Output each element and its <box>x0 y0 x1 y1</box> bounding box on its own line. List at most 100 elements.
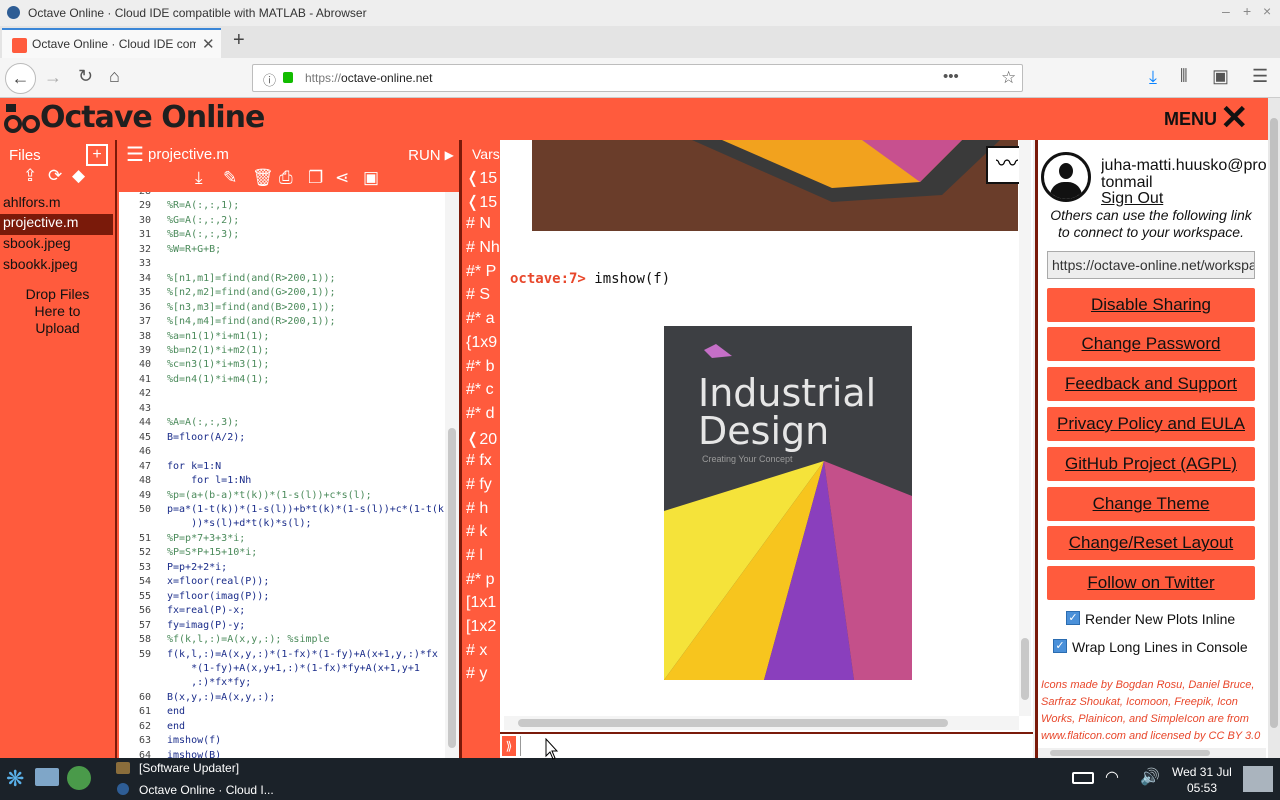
browser-taskbar-icon[interactable] <box>67 766 91 790</box>
sign-out-link[interactable]: Sign Out <box>1101 190 1163 208</box>
close-tab-icon[interactable]: ✕ <box>202 35 215 53</box>
code-line[interactable]: 52 %P=S*P+15+10*i; <box>119 546 444 560</box>
code-line[interactable]: 59 f(k,l,:)=A(x,y,:)*(1-fx)*(1-fy)+A(x+1,… <box>119 648 444 662</box>
code-line[interactable]: 43 <box>119 402 444 416</box>
code-line[interactable]: 28 <box>119 192 444 199</box>
code-line[interactable]: 46 <box>119 445 444 459</box>
bookmark-star-icon[interactable]: ☆ <box>1001 68 1016 88</box>
rename-pencil-icon[interactable]: ✎ <box>223 168 237 188</box>
share-link-field[interactable]: https://octave-online.net/workspace <box>1047 251 1255 279</box>
console-hscrollbar-thumb[interactable] <box>518 719 948 727</box>
code-line[interactable]: 34 %[n1,m1]=find(and(R>200,1)); <box>119 272 444 286</box>
file-item[interactable]: ahlfors.m <box>0 194 113 215</box>
var-item[interactable]: ❬15 <box>466 192 500 216</box>
var-item[interactable]: {1x9 <box>466 334 500 358</box>
code-line[interactable]: 63 imshow(f) <box>119 734 444 748</box>
file-item[interactable]: sbook.jpeg <box>0 235 113 256</box>
editor-menu-icon[interactable]: ☰ <box>126 142 144 167</box>
editor-scrollbar-thumb[interactable] <box>448 428 456 748</box>
code-line[interactable]: 48 for l=1:Nh <box>119 474 444 488</box>
code-line[interactable]: 44 %A=A(:,:,3); <box>119 416 444 430</box>
taskbar-date[interactable]: Wed 31 Jul <box>1172 765 1232 779</box>
file-item[interactable]: sbookk.jpeg <box>0 256 113 277</box>
code-line[interactable]: 35 %[n2,m2]=find(and(G>200,1)); <box>119 286 444 300</box>
var-item[interactable]: #* b <box>466 358 500 382</box>
code-line[interactable]: 62 end <box>119 720 444 734</box>
disable-sharing-button[interactable]: Disable Sharing <box>1047 288 1255 322</box>
var-item[interactable]: # N <box>466 215 500 239</box>
code-line[interactable]: 50 p=a*(1-t(k))*(1-s(l))+b*t(k)*(1-s(l))+… <box>119 503 444 517</box>
code-line[interactable]: 32 %W=R+G+B; <box>119 243 444 257</box>
start-menu-icon[interactable]: ❋ <box>6 766 24 792</box>
code-line[interactable]: 37 %[n4,m4]=find(and(R>200,1)); <box>119 315 444 329</box>
upload-icon[interactable]: ⇪ <box>23 166 37 186</box>
git-icon[interactable]: ◆ <box>72 166 85 186</box>
var-item[interactable]: # l <box>466 547 500 571</box>
refresh-files-icon[interactable]: ⟳ <box>48 166 62 186</box>
library-icon[interactable]: ⫴ <box>1180 66 1188 87</box>
var-item[interactable]: # k <box>466 523 500 547</box>
menu-label[interactable]: MENU <box>1164 109 1217 130</box>
var-item[interactable]: #* P <box>466 263 500 287</box>
code-line[interactable]: 45 B=floor(A/2); <box>119 431 444 445</box>
volume-icon[interactable]: 🔊 <box>1140 767 1160 787</box>
code-line[interactable]: 53 P=p+2+2*i; <box>119 561 444 575</box>
url-bar[interactable]: ⓘ https://octave-online.net ••• ☆ <box>252 64 1023 92</box>
code-line[interactable]: 40 %c=n3(1)*i+m3(1); <box>119 358 444 372</box>
var-item[interactable]: #* c <box>466 381 500 405</box>
taskbar-time[interactable]: 05:53 <box>1187 781 1217 795</box>
code-line[interactable]: 47 for k=1:N <box>119 460 444 474</box>
close-menu-icon[interactable]: ✕ <box>1220 98 1249 138</box>
code-line[interactable]: 36 %[n3,m3]=find(and(B>200,1)); <box>119 301 444 315</box>
more-icon[interactable]: ••• <box>943 68 959 85</box>
var-item[interactable]: # fy <box>466 476 500 500</box>
code-line[interactable]: 54 x=floor(real(P)); <box>119 575 444 589</box>
var-item[interactable]: # y <box>466 665 500 689</box>
var-item[interactable]: # fx <box>466 452 500 476</box>
code-line[interactable]: 42 <box>119 387 444 401</box>
var-item[interactable]: #* a <box>466 310 500 334</box>
code-line[interactable]: 51 %P=p*7+3+3*i; <box>119 532 444 546</box>
minimize-icon[interactable]: – <box>1222 3 1230 19</box>
page-scrollbar-thumb[interactable] <box>1270 118 1278 728</box>
follow-twitter-button[interactable]: Follow on Twitter <box>1047 566 1255 600</box>
code-line[interactable]: 64 imshow(B) <box>119 749 444 758</box>
privacy-policy-button[interactable]: Privacy Policy and EULA <box>1047 407 1255 441</box>
code-line[interactable]: *(1-fy)+A(x,y+1,:)*(1-fx)*fy+A(x+1,y+1 <box>119 662 444 676</box>
new-file-icon[interactable]: + <box>86 144 108 166</box>
taskbar-window[interactable]: Octave Online · Cloud I... <box>139 783 274 797</box>
code-editor[interactable]: 2829 %R=A(:,:,1); 30 %G=A(:,:,2); 31 %B=A(:,:… <box>119 192 459 758</box>
var-item[interactable]: # Nh <box>466 239 500 263</box>
console-scrollbar[interactable] <box>1019 140 1031 716</box>
code-line[interactable]: 29 %R=A(:,:,1); <box>119 199 444 213</box>
sidebar-icon[interactable]: ▣ <box>1212 66 1229 87</box>
taskbar-updater[interactable]: [Software Updater] <box>139 761 239 775</box>
code-line[interactable]: 55 y=floor(imag(P)); <box>119 590 444 604</box>
home-icon[interactable]: ⌂ <box>109 66 120 87</box>
change-password-button[interactable]: Change Password <box>1047 327 1255 361</box>
new-tab-icon[interactable]: + <box>233 29 245 52</box>
menu-hscrollbar-thumb[interactable] <box>1050 750 1210 756</box>
var-item[interactable]: #* p <box>466 571 500 595</box>
render-plots-checkbox[interactable]: ✓ <box>1066 611 1080 625</box>
forward-icon[interactable]: → <box>44 67 62 88</box>
change-reset-layout-button[interactable]: Change/Reset Layout <box>1047 526 1255 560</box>
download-file-icon[interactable]: ⤓ <box>195 168 203 188</box>
share-icon[interactable]: ⋖ <box>335 168 349 188</box>
editor-scrollbar[interactable] <box>445 192 459 758</box>
app-logo-text[interactable]: Octave Online <box>40 100 265 135</box>
show-desktop-icon[interactable] <box>1243 766 1273 792</box>
var-item[interactable]: # x <box>466 642 500 666</box>
code-line[interactable]: 58 %f(k,l,:)=A(x,y,:); %simple <box>119 633 444 647</box>
copy-icon[interactable]: ❐ <box>308 168 323 188</box>
save-icon[interactable]: ▣ <box>363 168 379 188</box>
code-line[interactable]: ,:)*fx*fy; <box>119 676 444 690</box>
battery-icon[interactable] <box>1072 772 1094 784</box>
code-content[interactable]: 2829 %R=A(:,:,1); 30 %G=A(:,:,2); 31 %B=A(:,:… <box>119 192 444 758</box>
var-item[interactable]: ❬15 <box>466 168 500 192</box>
file-item-selected[interactable]: projective.m <box>0 214 113 235</box>
code-line[interactable]: 33 <box>119 257 444 271</box>
download-icon[interactable]: ⤓ <box>1149 67 1157 88</box>
var-item[interactable]: # S <box>466 286 500 310</box>
page-scrollbar[interactable] <box>1268 98 1280 758</box>
